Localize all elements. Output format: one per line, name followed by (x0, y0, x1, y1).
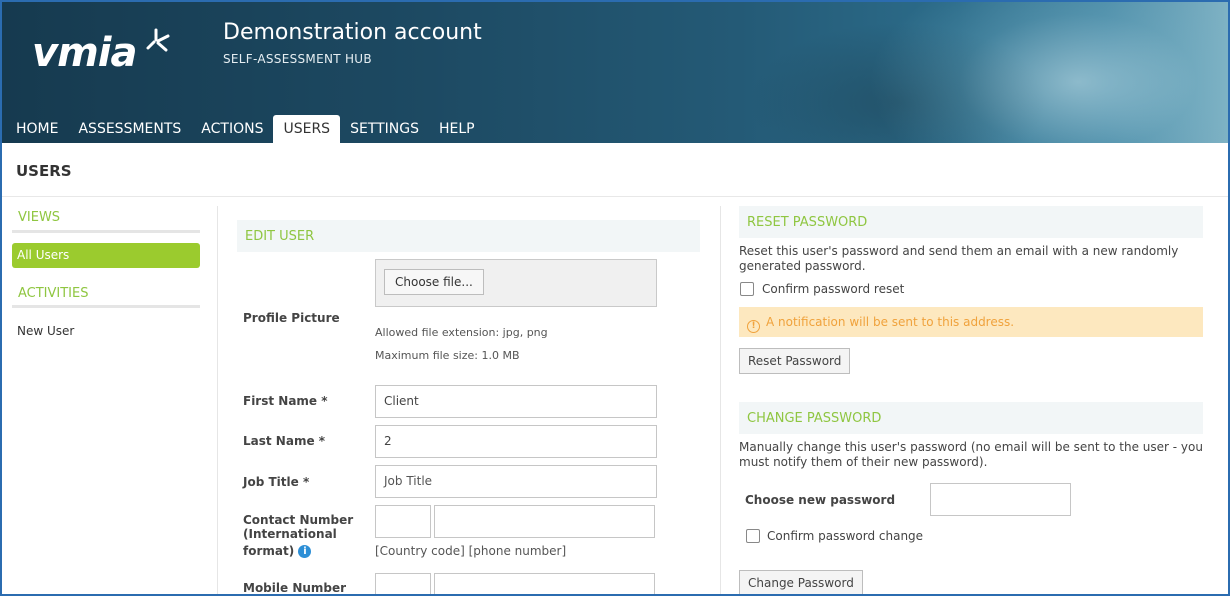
info-icon[interactable]: i (298, 545, 312, 558)
confirm-change-label: Confirm password change (767, 529, 924, 543)
confirm-reset-label: Confirm password reset (762, 282, 905, 296)
choose-file-button[interactable]: Choose file... (384, 269, 484, 295)
app-frame: vmia Demonstration account SELF-ASSESSME… (0, 0, 1230, 596)
nav-home[interactable]: HOME (6, 115, 68, 143)
nav-users[interactable]: USERS (273, 115, 341, 143)
reset-password-button[interactable]: Reset Password (739, 348, 851, 374)
views-heading: VIEWS (18, 210, 61, 225)
edit-user-heading: EDIT USER (237, 220, 700, 252)
sidebar-item-all-users[interactable]: All Users (12, 243, 200, 268)
confirm-reset-checkbox[interactable] (740, 282, 754, 296)
nav-settings[interactable]: SETTINGS (340, 115, 429, 143)
new-password-label: Choose new password (745, 493, 896, 507)
mobile-number-input[interactable] (434, 573, 655, 594)
divider (720, 206, 721, 594)
reset-password-description: Reset this user's password and send them… (739, 244, 1179, 258)
mobile-number-label: Mobile Number (243, 581, 347, 595)
header-decoration (868, 2, 1228, 143)
new-password-input[interactable] (930, 483, 1071, 516)
nav-help[interactable]: HELP (429, 115, 485, 143)
reset-password-description: generated password. (739, 259, 866, 273)
profile-picture-label: Profile Picture (243, 311, 340, 325)
main-nav: HOME ASSESSMENTS ACTIONS USERS SETTINGS … (6, 115, 485, 143)
allowed-extension-hint: Allowed file extension: jpg, png (375, 326, 548, 339)
sidebar-item-new-user[interactable]: New User (17, 324, 74, 338)
country-code-input[interactable] (375, 505, 431, 538)
account-subtitle: SELF-ASSESSMENT HUB (223, 52, 372, 66)
job-title-label: Job Title * (243, 475, 310, 489)
max-file-size-hint: Maximum file size: 1.0 MB (375, 349, 520, 362)
divider (12, 230, 200, 233)
last-name-label: Last Name * (243, 434, 326, 448)
divider (217, 206, 218, 594)
contact-number-hint: [Country code] [phone number] (375, 544, 567, 558)
nav-assessments[interactable]: ASSESSMENTS (68, 115, 191, 143)
mobile-country-code-input[interactable] (375, 573, 431, 594)
account-title: Demonstration account (223, 20, 482, 45)
notice-text: A notification will be sent to this addr… (766, 315, 1015, 329)
first-name-label: First Name * (243, 394, 328, 408)
contact-number-label: (International (243, 527, 337, 541)
vmia-logo[interactable]: vmia (32, 30, 137, 76)
contact-number-label: Contact Number (243, 513, 354, 527)
notification-notice: ! A notification will be sent to this add… (739, 307, 1203, 337)
phone-number-input[interactable] (434, 505, 655, 538)
activities-heading: ACTIVITIES (18, 286, 89, 301)
page-title: USERS (16, 162, 72, 180)
contact-number-label-text: format) (243, 544, 295, 558)
header-banner: vmia Demonstration account SELF-ASSESSME… (2, 2, 1228, 143)
change-password-description: Manually change this user's password (no… (739, 440, 1203, 454)
job-title-input[interactable]: Job Title (375, 465, 657, 498)
change-password-button[interactable]: Change Password (739, 570, 863, 594)
confirm-change-checkbox[interactable] (746, 529, 760, 543)
last-name-input[interactable]: 2 (375, 425, 657, 458)
nav-actions[interactable]: ACTIONS (191, 115, 273, 143)
exclamation-circle-icon: ! (747, 320, 760, 333)
change-password-heading: CHANGE PASSWORD (739, 402, 1203, 434)
divider (2, 196, 1228, 197)
contact-number-label: format) i (243, 544, 312, 558)
reset-password-heading: RESET PASSWORD (739, 206, 1203, 238)
change-password-description: must notify them of their new password). (739, 455, 988, 469)
file-drop-area[interactable]: Choose file... (375, 259, 657, 307)
vmia-logo-mark-icon (146, 28, 170, 52)
first-name-input[interactable]: Client (375, 385, 657, 418)
divider (12, 305, 200, 308)
